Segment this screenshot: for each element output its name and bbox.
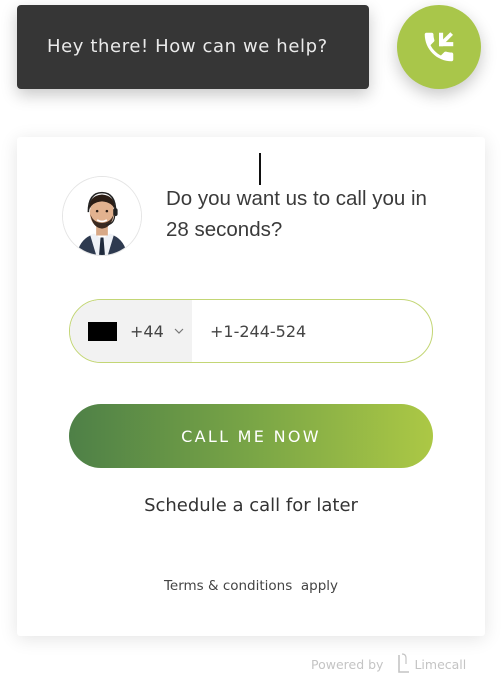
- callback-question: Do you want us to call you in 28 seconds…: [166, 187, 427, 241]
- dial-code: +44: [130, 321, 164, 341]
- powered-by-text: Powered by: [311, 656, 384, 672]
- limecall-logo[interactable]: Limecall: [395, 652, 466, 676]
- call-widget-button[interactable]: [397, 5, 481, 89]
- terms-suffix: apply: [300, 578, 339, 594]
- schedule-call-link[interactable]: Schedule a call for later: [17, 495, 485, 516]
- agent-avatar: [62, 176, 142, 256]
- limecall-logo-icon: [398, 653, 410, 673]
- limecall-brand: Limecall: [414, 656, 467, 672]
- phone-input[interactable]: [192, 300, 432, 362]
- country-selector[interactable]: +44: [70, 300, 192, 362]
- phone-number-field: +44: [69, 299, 433, 363]
- greeting-tooltip: Hey there! How can we help?: [17, 5, 369, 89]
- terms-line: Terms & conditions apply: [17, 578, 485, 594]
- country-flag: [88, 321, 117, 341]
- terms-link[interactable]: Terms & conditions: [164, 578, 292, 594]
- chevron-down-icon: [174, 328, 184, 334]
- phone-incoming-icon: [424, 32, 454, 62]
- text-cursor: [259, 153, 261, 185]
- powered-by: Powered by Limecall: [311, 652, 466, 676]
- greeting-text: Hey there! How can we help?: [47, 35, 328, 57]
- call-me-now-button[interactable]: CALL ME NOW: [69, 404, 433, 468]
- callback-card: Do you want us to call you in 28 seconds…: [17, 137, 485, 636]
